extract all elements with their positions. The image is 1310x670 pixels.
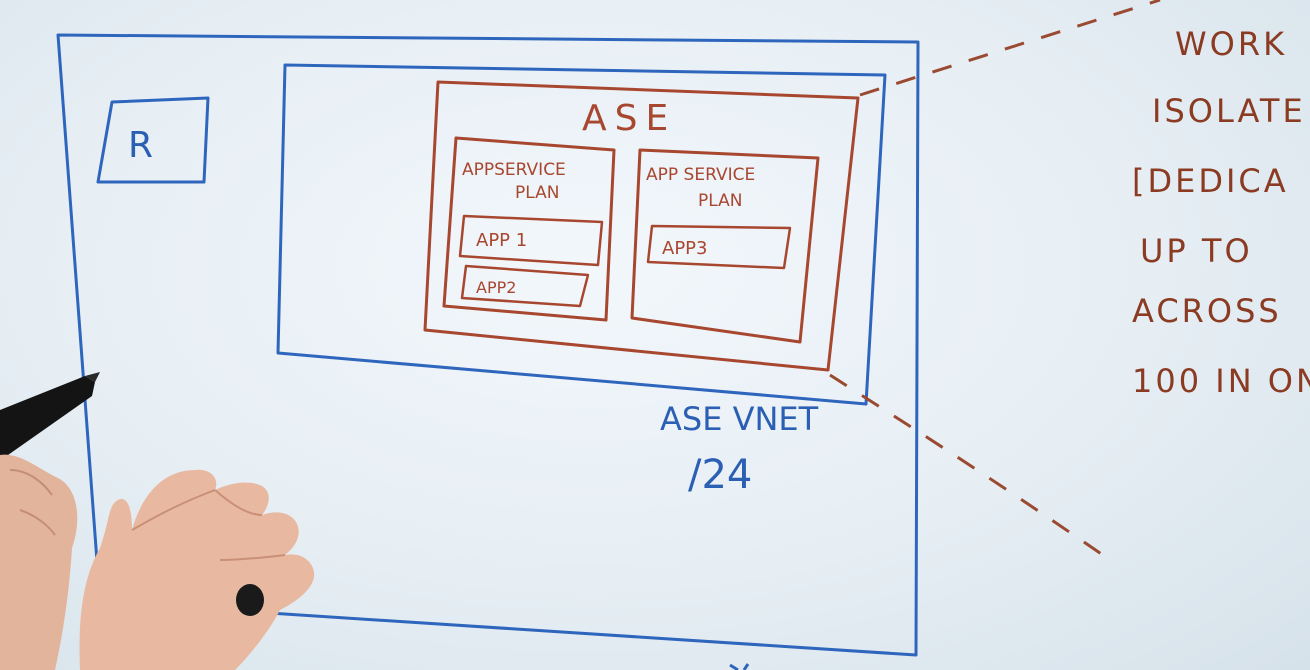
right-hand <box>79 469 315 670</box>
ase-vnet-label: ASE VNET <box>660 400 819 438</box>
left-hand <box>0 454 78 670</box>
whiteboard-drawing: R ASE APPSERVICE PLAN APP 1 APP2 APP SER… <box>0 0 1310 670</box>
plan1-title-line1: APPSERVICE <box>462 160 566 180</box>
callout-dashed-line-top <box>859 0 1161 97</box>
ase-title: ASE <box>582 98 676 139</box>
note-line-1: WORK <box>1175 25 1287 63</box>
note-line-4: UP TO <box>1140 232 1253 270</box>
ring-icon <box>236 584 264 616</box>
note-line-3: [DEDICA <box>1132 162 1289 200</box>
note-line-2: ISOLATE <box>1152 92 1306 130</box>
whiteboard: R ASE APPSERVICE PLAN APP 1 APP2 APP SER… <box>0 0 1310 670</box>
app2-label: APP2 <box>476 278 516 297</box>
plan2-title-line1: APP SERVICE <box>646 165 755 185</box>
ase-vnet-cidr: /24 <box>688 452 752 498</box>
app1-label: APP 1 <box>476 230 527 251</box>
router-label: R <box>128 125 153 166</box>
callout-dashed-line-bottom <box>829 373 1111 562</box>
plan2-title-line2: PLAN <box>698 191 742 211</box>
note-line-6: 100 IN ON <box>1132 362 1310 400</box>
plan1-title-line2: PLAN <box>515 183 559 203</box>
bottom-partial-marking <box>729 663 750 670</box>
note-line-5: ACROSS <box>1132 292 1282 330</box>
app3-label: APP3 <box>662 238 707 259</box>
